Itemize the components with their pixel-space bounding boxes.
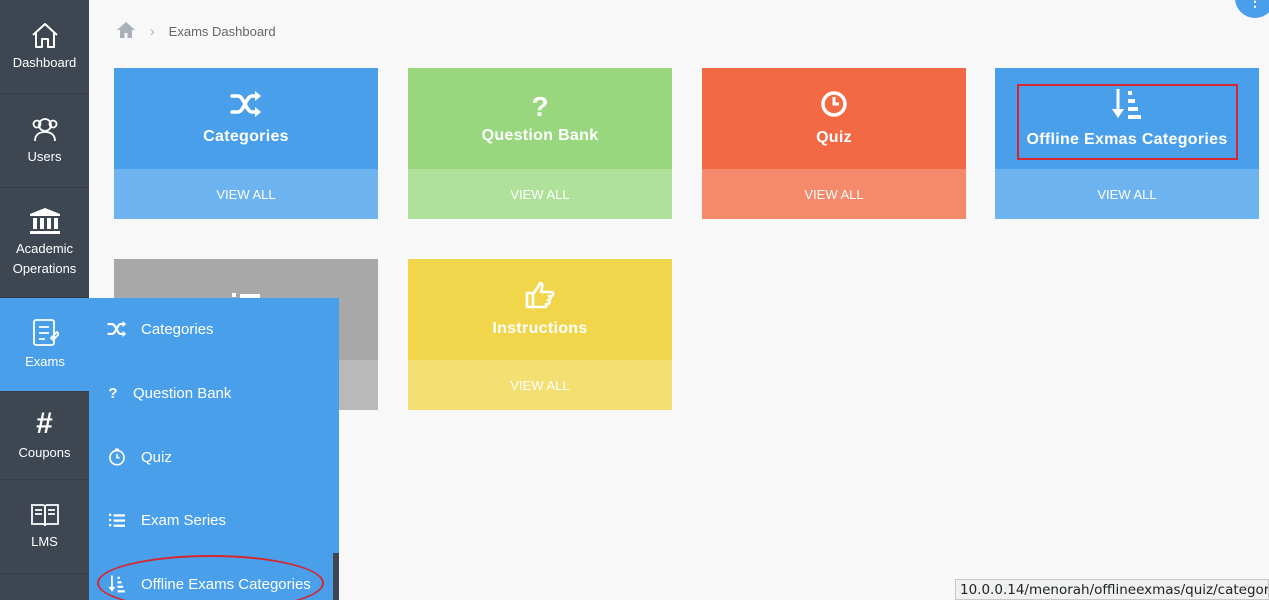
breadcrumb: › Exams Dashboard [116,20,276,42]
shuffle-icon [230,91,262,122]
hash-icon: # [36,406,53,440]
sidebar-item-exams[interactable]: Exams [0,298,90,392]
sidebar-item-label: LMS [31,533,58,549]
submenu-item-label: Quiz [141,448,172,466]
exam-list-icon [31,318,59,352]
clock-icon [820,90,848,123]
shuffle-icon [107,321,127,337]
sort-desc-icon [107,575,127,593]
sidebar-item-academic-operations[interactable]: Academic Operations [0,188,89,298]
card-title: Offline Exmas Categories [1026,131,1228,148]
card-offline-exams-categories[interactable]: Offline Exmas Categories VIEW ALL [995,68,1259,219]
submenu-item-exam-series[interactable]: Exam Series [89,500,333,540]
submenu-item-offline-exams-categories[interactable]: Offline Exams Categories [89,564,333,600]
submenu-item-label: Offline Exams Categories [141,575,311,593]
card-title: Question Bank [481,126,599,144]
ordered-list-icon [107,512,127,528]
clock-icon [107,448,127,466]
sidebar-item-dashboard[interactable]: Dashboard [0,0,89,94]
view-all-button[interactable]: VIEW ALL [995,169,1259,219]
submenu-item-label: Categories [141,320,214,338]
chevron-right-icon: › [150,23,155,39]
card-quiz[interactable]: Quiz VIEW ALL [702,68,966,219]
sidebar-item-label: Exams [25,353,65,369]
breadcrumb-current: Exams Dashboard [168,23,276,39]
sidebar: Dashboard Users Academic Operations Exam… [0,0,90,600]
question-icon: ? [531,90,549,122]
view-all-button[interactable]: VIEW ALL [114,169,378,219]
status-url-bar: 10.0.0.14/menorah/offlineexmas/quiz/cate… [955,579,1269,600]
card-title: Instructions [492,320,588,337]
card-instructions[interactable]: Instructions VIEW ALL [408,259,672,410]
view-all-button[interactable]: VIEW ALL [702,169,966,219]
sidebar-item-users[interactable]: Users [0,94,89,188]
card-question-bank[interactable]: ? Question Bank VIEW ALL [408,68,672,219]
sidebar-item-label: Coupons [18,444,71,460]
submenu-item-categories[interactable]: Categories [89,309,333,349]
submenu-item-quiz[interactable]: Quiz [89,437,333,477]
sidebar-item-label: Users [27,148,62,164]
users-icon [30,115,60,147]
submenu-item-label: Exam Series [141,511,227,529]
scrollbar[interactable] [333,553,339,600]
card-title: Categories [203,128,289,145]
home-icon [30,21,60,53]
sort-desc-icon [1111,88,1143,125]
card-title: Quiz [816,129,852,146]
view-all-button[interactable]: VIEW ALL [408,360,672,410]
card-categories[interactable]: Categories VIEW ALL [114,68,378,219]
view-all-button[interactable]: VIEW ALL [408,169,672,219]
bank-icon [29,207,61,239]
more-menu-button[interactable]: ⋮ [1235,0,1269,18]
sidebar-item-lms[interactable]: LMS [0,480,89,574]
book-icon [30,502,60,532]
sidebar-item-label: Dashboard [12,54,77,70]
home-icon[interactable] [116,21,136,42]
sidebar-item-coupons[interactable]: # Coupons [0,392,89,480]
exams-submenu: Categories ? Question Bank Quiz Exam Ser… [89,298,339,600]
sidebar-item-label: Academic Operations [12,240,77,276]
submenu-item-question-bank[interactable]: ? Question Bank [89,373,333,413]
submenu-item-label: Question Bank [133,384,232,402]
hand-point-icon [524,281,556,314]
question-icon: ? [108,384,118,402]
